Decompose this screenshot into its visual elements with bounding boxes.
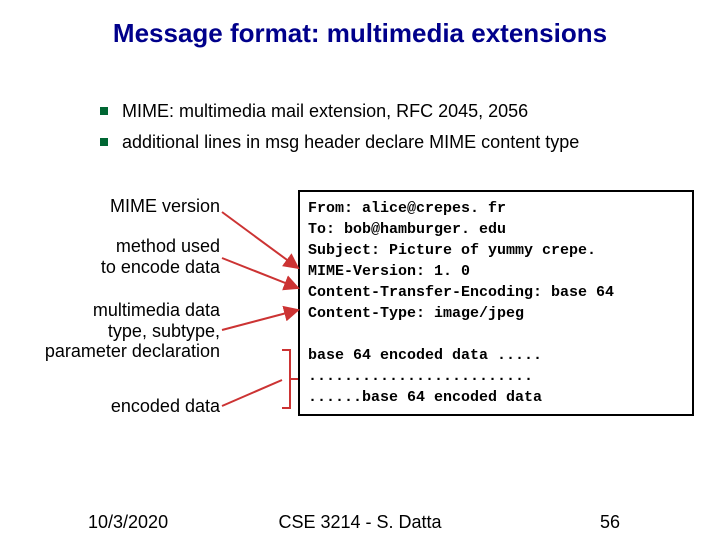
email-mime-version: MIME-Version: 1. 0 xyxy=(308,263,470,280)
email-cte: Content-Transfer-Encoding: base 64 xyxy=(308,284,614,301)
email-blank-line xyxy=(308,326,317,343)
arrow-line xyxy=(222,212,298,268)
label-line: parameter declaration xyxy=(45,341,220,361)
bracket-icon xyxy=(282,350,298,408)
email-from: From: alice@crepes. fr xyxy=(308,200,506,217)
label-line: multimedia data xyxy=(93,300,220,320)
bullet-item: MIME: multimedia mail extension, RFC 204… xyxy=(100,98,690,125)
email-subject: Subject: Picture of yummy crepe. xyxy=(308,242,596,259)
email-content-type: Content-Type: image/jpeg xyxy=(308,305,524,322)
footer-page-number: 56 xyxy=(600,512,620,533)
label-method-used: method used to encode data xyxy=(20,236,220,277)
email-message-box: From: alice@crepes. fr To: bob@hamburger… xyxy=(298,190,694,416)
label-line: type, subtype, xyxy=(108,321,220,341)
bullet-list: MIME: multimedia mail extension, RFC 204… xyxy=(60,98,690,160)
label-line: method used xyxy=(116,236,220,256)
email-body-line: ......base 64 encoded data xyxy=(308,389,542,406)
label-mime-version: MIME version xyxy=(20,196,220,217)
label-encoded-data: encoded data xyxy=(20,396,220,417)
label-multimedia: multimedia data type, subtype, parameter… xyxy=(0,300,220,362)
email-body-line: base 64 encoded data ..... xyxy=(308,347,542,364)
label-line: to encode data xyxy=(101,257,220,277)
email-body-line: ......................... xyxy=(308,368,533,385)
slide-title: Message format: multimedia extensions xyxy=(0,18,720,49)
bullet-item: additional lines in msg header declare M… xyxy=(100,129,690,156)
arrow-line xyxy=(222,380,282,406)
slide: Message format: multimedia extensions MI… xyxy=(0,0,720,540)
email-to: To: bob@hamburger. edu xyxy=(308,221,506,238)
arrow-line xyxy=(222,310,298,330)
arrow-line xyxy=(222,258,298,288)
